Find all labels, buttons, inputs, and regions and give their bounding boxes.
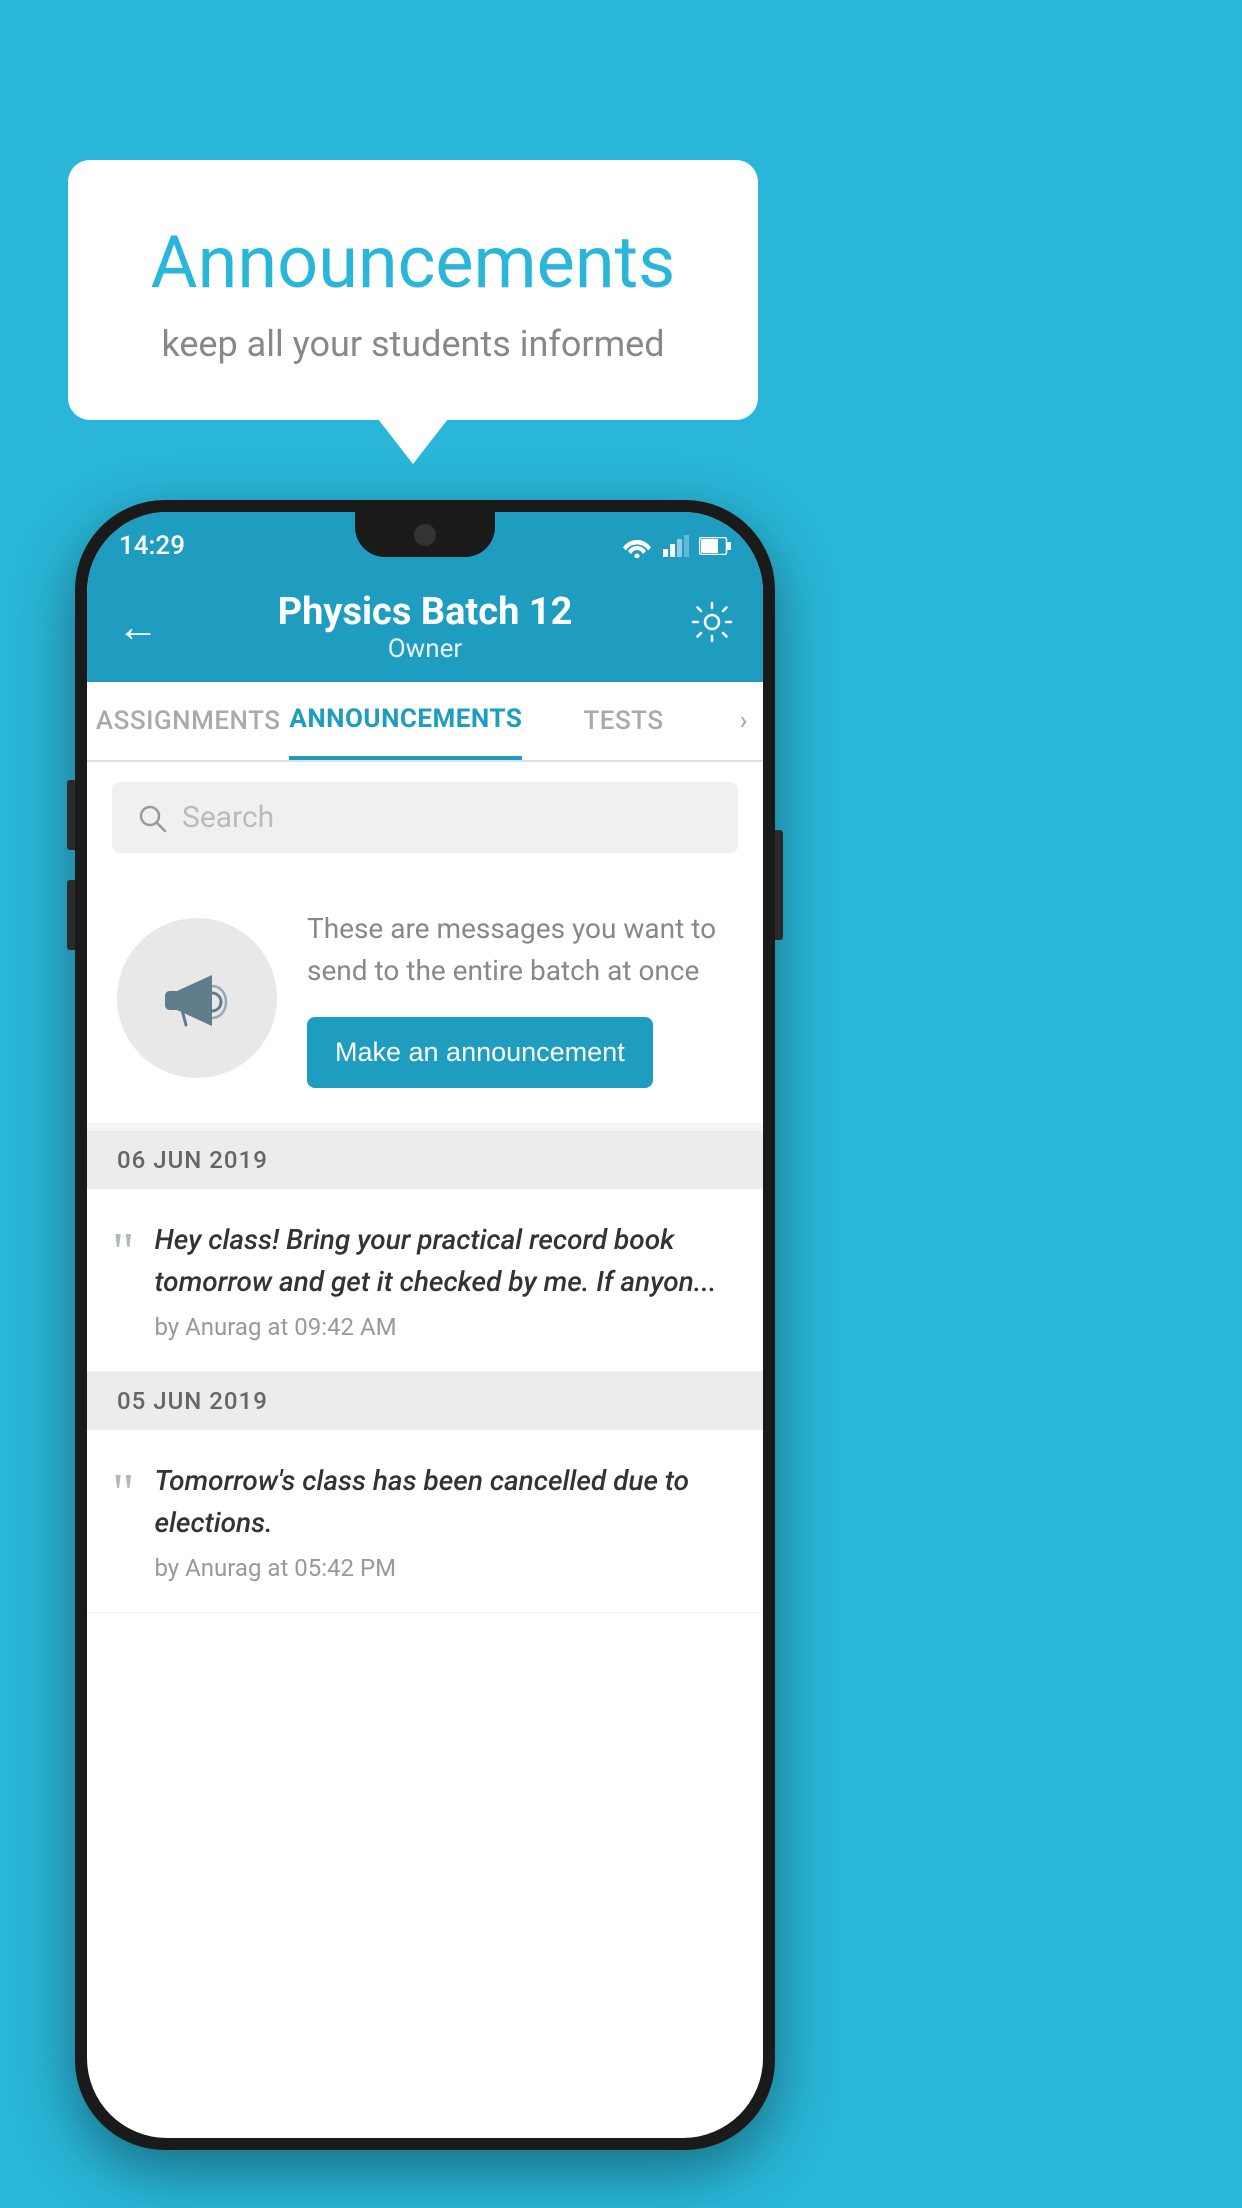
quote-icon-1: ": [112, 1224, 134, 1279]
announcement-meta-2: by Anurag at 05:42 PM: [154, 1554, 738, 1582]
announcement-content-2: Tomorrow's class has been cancelled due …: [154, 1460, 738, 1582]
phone-wrapper: 14:29: [75, 500, 775, 2150]
signal-icon: [663, 535, 689, 557]
announcement-text-2: Tomorrow's class has been cancelled due …: [154, 1460, 738, 1544]
announcement-text-1: Hey class! Bring your practical record b…: [154, 1219, 738, 1303]
power-button: [775, 830, 783, 940]
top-bar: ← Physics Batch 12 Owner: [87, 572, 763, 682]
quote-icon-2: ": [112, 1465, 134, 1520]
speech-bubble-container: Announcements keep all your students inf…: [68, 160, 758, 420]
volume-up-button: [67, 780, 75, 850]
megaphone-icon: [152, 953, 242, 1043]
top-bar-center: Physics Batch 12 Owner: [278, 590, 573, 664]
date-separator-1: 06 JUN 2019: [87, 1131, 763, 1189]
batch-title: Physics Batch 12: [278, 590, 573, 634]
announcement-icon-circle: [117, 918, 277, 1078]
status-time: 14:29: [119, 531, 185, 561]
announcement-item-1[interactable]: " Hey class! Bring your practical record…: [87, 1189, 763, 1372]
search-bar[interactable]: Search: [112, 782, 738, 853]
tab-assignments[interactable]: ASSIGNMENTS: [87, 682, 289, 760]
tab-announcements[interactable]: ANNOUNCEMENTS: [289, 682, 522, 760]
status-icons: [621, 534, 731, 558]
announcement-cta: These are messages you want to send to t…: [87, 873, 763, 1123]
back-button[interactable]: ←: [117, 603, 159, 652]
batch-role: Owner: [278, 634, 573, 664]
speech-bubble-title: Announcements: [118, 220, 708, 305]
phone-frame: 14:29: [75, 500, 775, 2150]
phone-screen: 14:29: [87, 512, 763, 2138]
volume-down-button: [67, 880, 75, 950]
battery-icon: [699, 537, 731, 555]
camera: [414, 524, 436, 546]
announcement-meta-1: by Anurag at 09:42 AM: [154, 1313, 738, 1341]
tabs: ASSIGNMENTS ANNOUNCEMENTS TESTS ›: [87, 682, 763, 762]
tab-tests[interactable]: TESTS: [522, 682, 724, 760]
date-separator-2: 05 JUN 2019: [87, 1372, 763, 1430]
search-icon: [137, 803, 167, 833]
wifi-icon: [621, 534, 653, 558]
notch: [355, 512, 495, 557]
content-area: Search: [87, 762, 763, 1613]
tab-more[interactable]: ›: [725, 682, 763, 760]
announcement-content-1: Hey class! Bring your practical record b…: [154, 1219, 738, 1341]
make-announcement-button[interactable]: Make an announcement: [307, 1017, 653, 1088]
search-container: Search: [87, 762, 763, 873]
announcement-cta-text: These are messages you want to send to t…: [307, 908, 733, 992]
settings-button[interactable]: [691, 601, 733, 653]
announcement-cta-right: These are messages you want to send to t…: [307, 908, 733, 1088]
speech-bubble-subtitle: keep all your students informed: [118, 323, 708, 365]
speech-bubble: Announcements keep all your students inf…: [68, 160, 758, 420]
search-placeholder: Search: [182, 800, 274, 835]
announcement-item-2[interactable]: " Tomorrow's class has been cancelled du…: [87, 1430, 763, 1613]
